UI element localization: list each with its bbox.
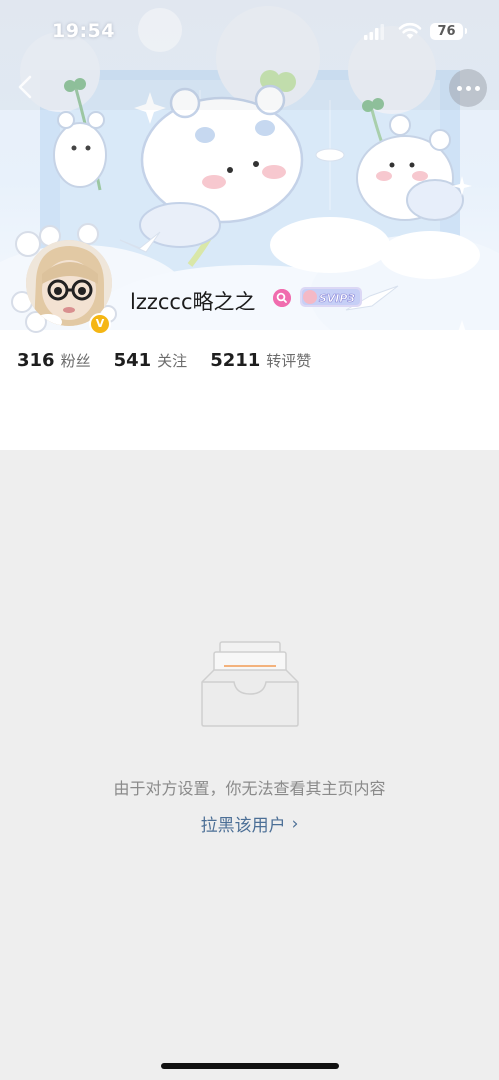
empty-state-message: 由于对方设置，你无法查看其主页内容	[113, 779, 386, 798]
stat-followers[interactable]: 316 粉丝	[17, 350, 91, 371]
stat-value: 541	[113, 350, 152, 371]
svip-badge[interactable]: SVIP3	[300, 285, 362, 309]
stat-label: 粉丝	[60, 352, 91, 370]
home-indicator[interactable]	[161, 1063, 339, 1069]
stat-label: 转评赞	[266, 352, 312, 370]
status-bar: 19:54 76	[0, 0, 499, 60]
verified-badge: V	[89, 313, 111, 335]
chevron-right-icon: ›	[291, 813, 299, 834]
wifi-icon	[398, 22, 422, 39]
stat-label: 关注	[157, 352, 188, 370]
stat-interactions[interactable]: 5211 转评赞	[210, 350, 311, 371]
stat-following[interactable]: 541 关注	[114, 350, 188, 371]
profile-info-panel	[0, 330, 499, 450]
stat-value: 316	[17, 350, 55, 371]
search-icon[interactable]	[273, 289, 291, 307]
more-button[interactable]	[449, 69, 487, 107]
battery-tip	[465, 28, 467, 34]
block-user-link[interactable]: 拉黑该用户 ›	[0, 811, 499, 837]
inbox-icon	[201, 641, 299, 727]
status-time: 19:54	[52, 20, 115, 42]
username: lzzccc略之之	[130, 290, 256, 314]
profile-header: 19:54 76 V lzzccc略之之 SVIP3 316 粉丝 541 关注…	[0, 0, 499, 450]
svip-label: SVIP3	[319, 292, 356, 305]
profile-stats: 316 粉丝 541 关注 5211 转评赞	[17, 350, 334, 374]
back-icon[interactable]	[14, 74, 38, 100]
more-icon	[456, 85, 462, 91]
more-icon	[465, 85, 471, 91]
more-icon	[474, 85, 480, 91]
stat-value: 5211	[210, 350, 261, 371]
battery-indicator: 76	[430, 23, 463, 40]
block-user-label: 拉黑该用户	[200, 816, 286, 836]
signal-icon	[364, 24, 384, 40]
